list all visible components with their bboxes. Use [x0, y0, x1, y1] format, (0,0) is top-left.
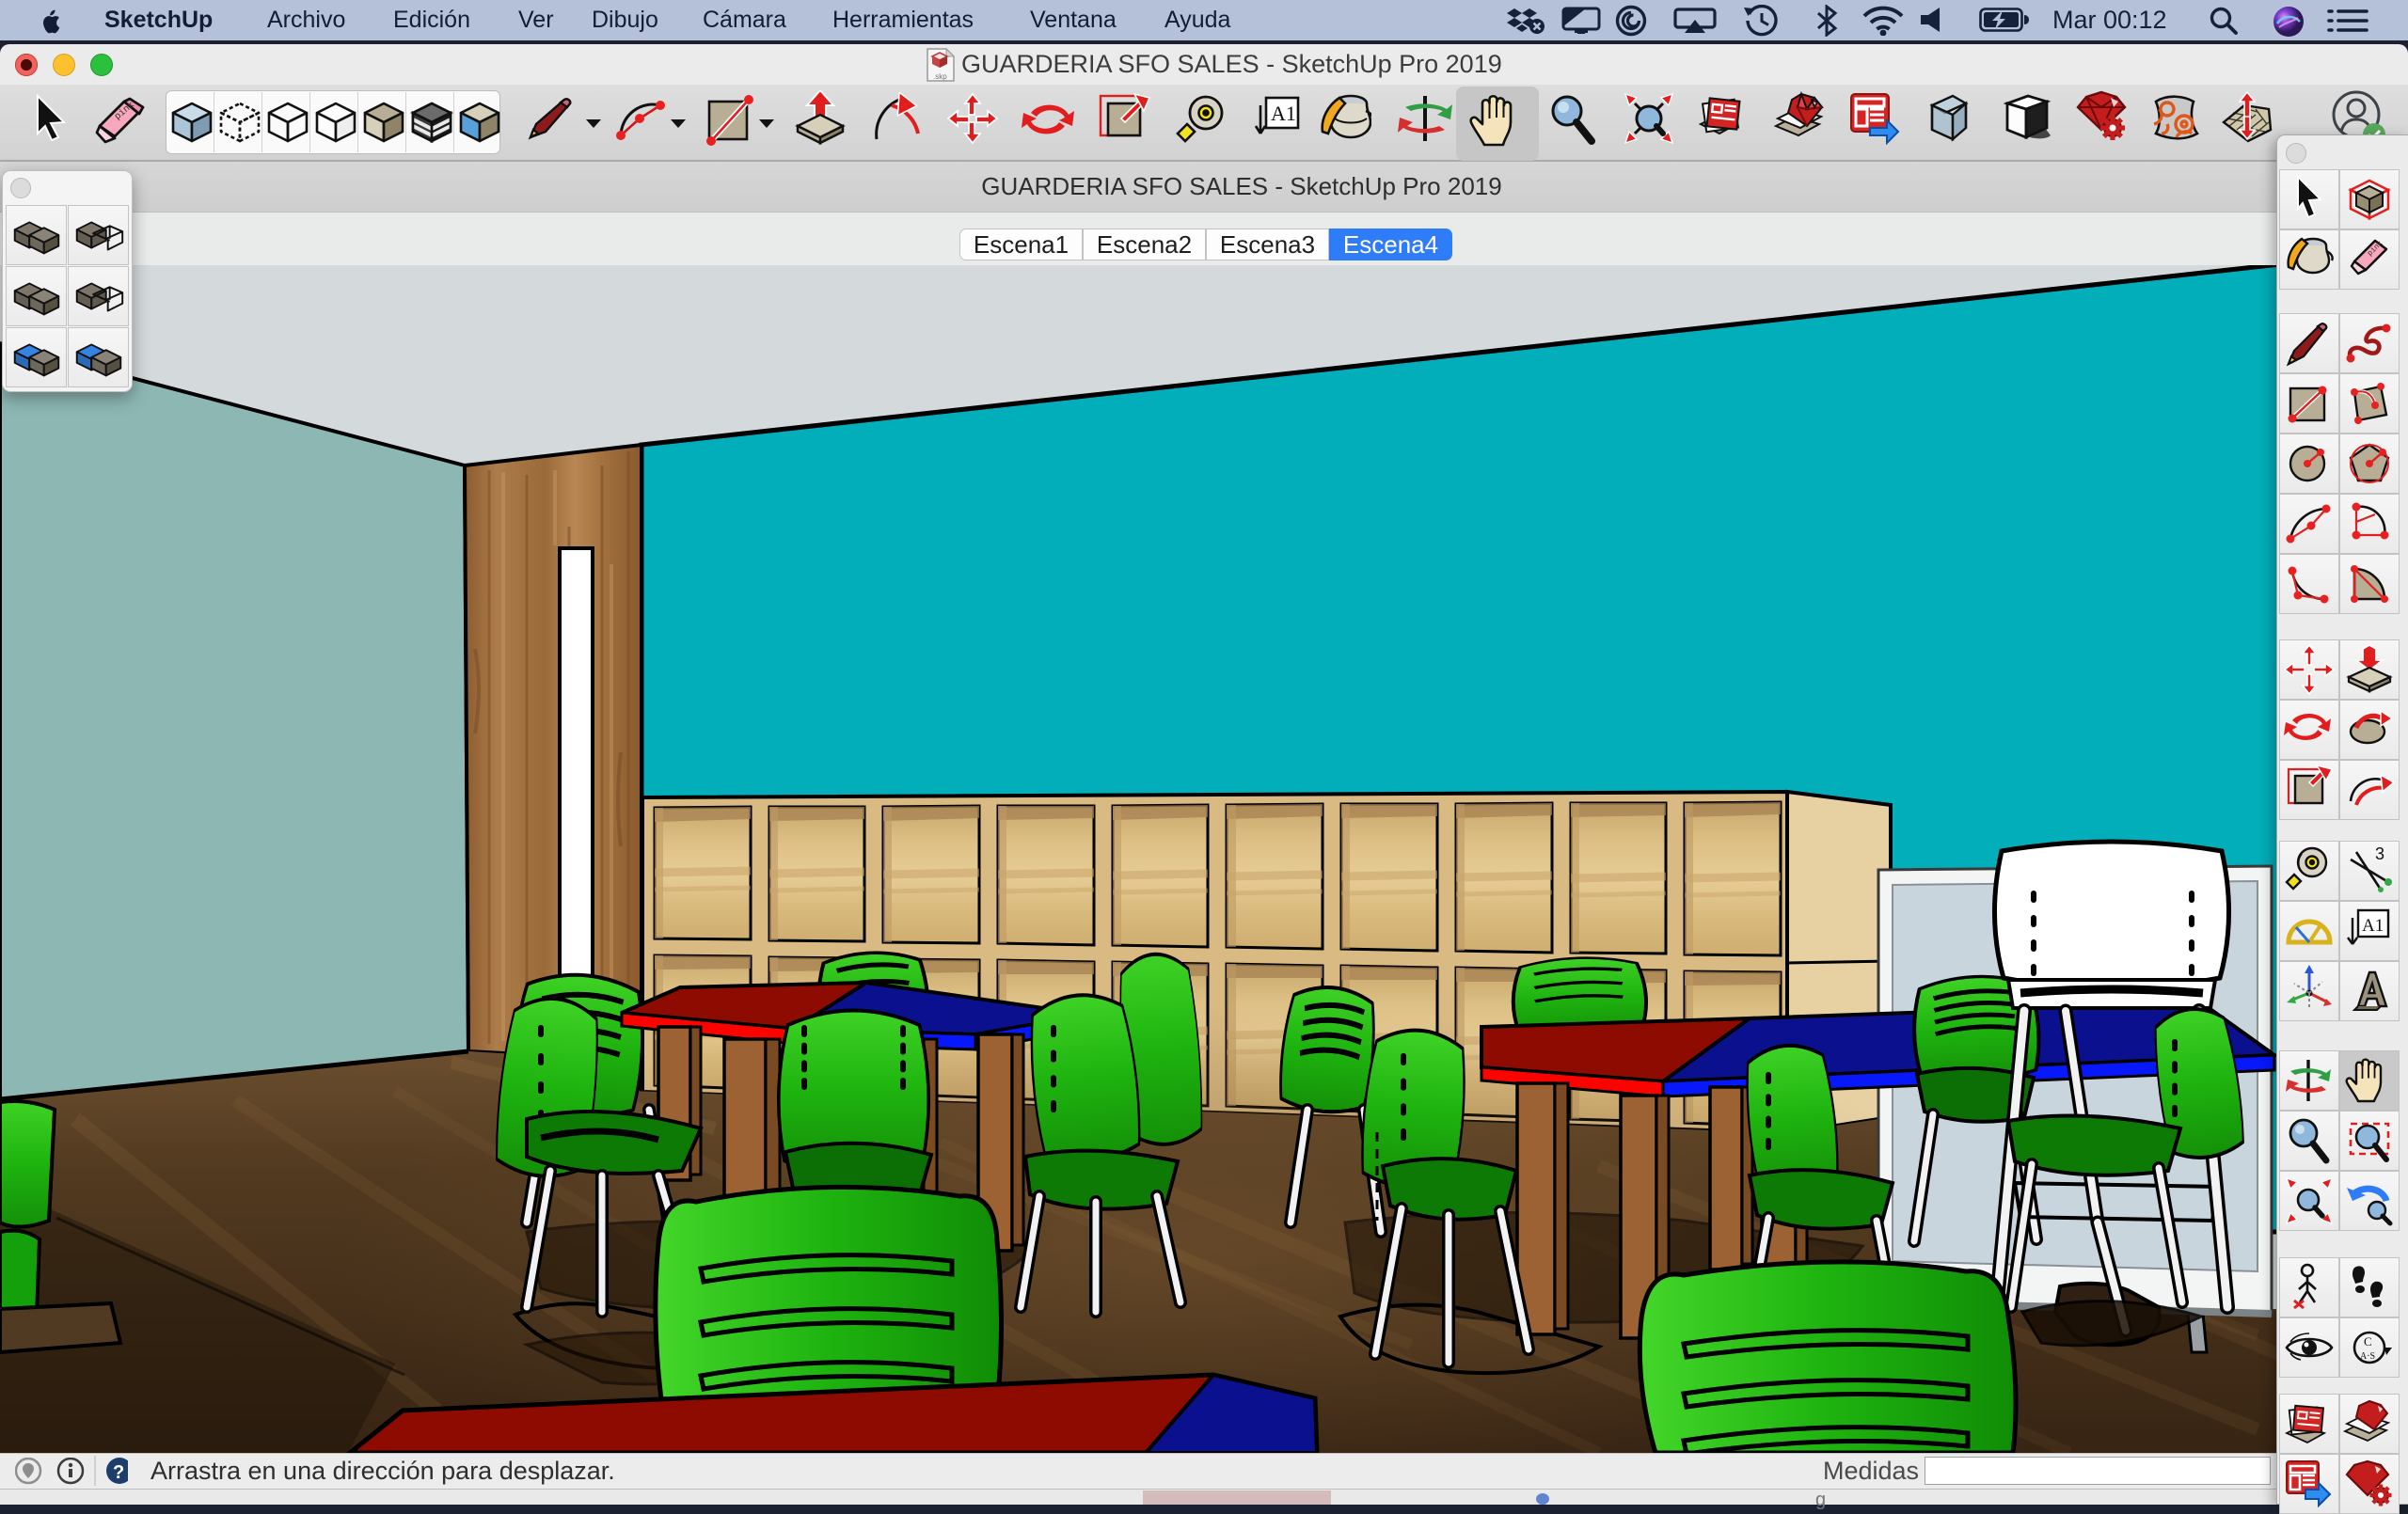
svg-text:C: C: [2364, 1334, 2372, 1348]
svg-text:3: 3: [2375, 844, 2384, 863]
svg-text:A1: A1: [2362, 916, 2384, 936]
svg-text:A·S: A·S: [2360, 1351, 2375, 1362]
svg-text:.skp: .skp: [933, 72, 947, 81]
svg-text:A1: A1: [1271, 102, 1296, 125]
svg-text:?: ?: [113, 1462, 124, 1483]
